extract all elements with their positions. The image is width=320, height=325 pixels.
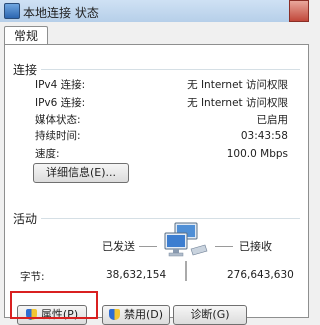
activity-section-title: 活动 [13,212,38,226]
details-button[interactable]: 详细信息(E)... [33,163,129,183]
ipv4-row: IPv4 连接: 无 Internet 访问权限 [35,77,288,93]
received-bytes: 276,643,630 [227,269,294,281]
ipv6-value: 无 Internet 访问权限 [187,97,288,109]
disable-button[interactable]: 禁用(D) [102,305,170,325]
ipv4-value: 无 Internet 访问权限 [187,79,288,91]
sent-label: 已发送 [102,240,135,253]
received-label: 已接收 [239,240,272,253]
media-state-row: 媒体状态: 已启用 [35,112,288,128]
ipv4-label: IPv4 连接: [35,79,86,91]
ipv6-label: IPv6 连接: [35,97,86,109]
connection-divider [41,69,300,70]
speed-label: 速度: [35,148,60,160]
speed-value: 100.0 Mbps [226,148,288,160]
activity-divider [41,218,300,219]
title-bar: 本地连接 状态 [0,0,309,23]
duration-label: 持续时间: [35,130,81,142]
diagnose-button[interactable]: 诊断(G) [173,305,247,325]
highlight-box [10,291,98,319]
sent-bytes: 38,632,154 [106,269,167,281]
tab-strip: 常规 [0,22,309,45]
connection-section-title: 连接 [13,63,38,77]
duration-row: 持续时间: 03:43:58 [35,128,288,144]
disable-button-label: 禁用(D) [123,308,164,321]
duration-value: 03:43:58 [240,130,288,142]
uac-shield-icon [108,309,120,320]
media-state-value: 已启用 [256,114,289,126]
received-dash [215,246,233,247]
network-icon [4,3,20,19]
general-panel: 连接 IPv4 连接: 无 Internet 访问权限 IPv6 连接: 无 I… [4,44,309,325]
tab-general[interactable]: 常规 [4,26,48,45]
close-button[interactable] [289,0,309,22]
speed-row: 速度: 100.0 Mbps [35,146,288,162]
bytes-label: 字节: [20,271,45,283]
network-computers-icon [164,222,208,281]
ipv6-row: IPv6 连接: 无 Internet 访问权限 [35,95,288,111]
sent-dash [139,246,157,247]
window-title: 本地连接 状态 [23,6,99,20]
media-state-label: 媒体状态: [35,114,81,126]
